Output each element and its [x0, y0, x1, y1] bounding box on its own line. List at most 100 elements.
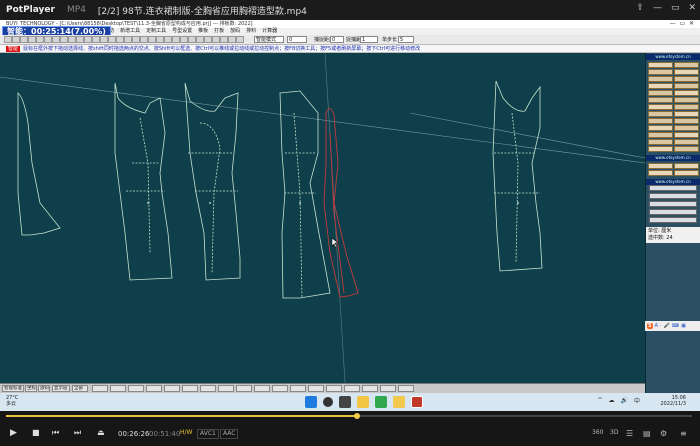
- toolbar-button[interactable]: [148, 36, 156, 43]
- drafting-tool-button[interactable]: [648, 118, 673, 124]
- search-icon[interactable]: [323, 397, 333, 407]
- menu-grade[interactable]: 放码: [230, 28, 240, 35]
- cad-close-button[interactable]: ✕: [689, 20, 694, 27]
- curve-tool-button[interactable]: [649, 185, 697, 191]
- toolbar-button[interactable]: [76, 36, 84, 43]
- grading-tool-button[interactable]: [648, 163, 673, 169]
- drawing-canvas[interactable]: [0, 53, 645, 383]
- weather-widget[interactable]: 27°C 多云: [6, 395, 18, 407]
- menu-icon[interactable]: ≡: [680, 429, 687, 438]
- toolbar-button[interactable]: [172, 36, 180, 43]
- seek-bar[interactable]: [0, 411, 700, 421]
- system-clock[interactable]: 15:06 2022/11/3: [660, 395, 686, 407]
- spin-field-3[interactable]: 1: [360, 36, 378, 43]
- player-app-name[interactable]: PotPlayer: [0, 5, 55, 15]
- menu-size-setting[interactable]: 号型设置: [172, 28, 192, 35]
- toolbar-button[interactable]: [164, 36, 172, 43]
- drafting-tool-button[interactable]: [648, 139, 673, 145]
- grading-tool-button[interactable]: [648, 170, 673, 176]
- toolbar-button[interactable]: [28, 36, 36, 43]
- curve-tool-button[interactable]: [649, 209, 697, 215]
- seek-handle[interactable]: [354, 413, 361, 419]
- spin-field-4[interactable]: 5: [398, 36, 414, 43]
- drafting-tool-button[interactable]: [674, 104, 699, 110]
- settings-gear-icon[interactable]: ⚙: [660, 429, 667, 438]
- volume-icon[interactable]: 🔊: [621, 397, 628, 404]
- toolbar-button[interactable]: [116, 36, 124, 43]
- video-codec-tag[interactable]: AVC1: [197, 429, 219, 439]
- drafting-tool-button[interactable]: [674, 97, 699, 103]
- drafting-tool-button[interactable]: [648, 146, 673, 152]
- drafting-tool-button[interactable]: [674, 118, 699, 124]
- toolbar-button[interactable]: [60, 36, 68, 43]
- audio-codec-tag[interactable]: AAC: [220, 429, 239, 439]
- ime-voice-icon[interactable]: 🎤: [664, 323, 670, 329]
- hw-decoder-tag[interactable]: H/W: [178, 429, 194, 437]
- drafting-tool-button[interactable]: [648, 62, 673, 68]
- drafting-tool-button[interactable]: [674, 146, 699, 152]
- subtitle-icon[interactable]: ☰: [626, 429, 633, 438]
- menu-grading[interactable]: 推板: [198, 28, 208, 35]
- file-explorer-icon[interactable]: [357, 396, 369, 408]
- drafting-tool-button[interactable]: [674, 90, 699, 96]
- toolbar-button[interactable]: [52, 36, 60, 43]
- drafting-tool-button[interactable]: [648, 76, 673, 82]
- toolbar-button[interactable]: [180, 36, 188, 43]
- menu-pattern[interactable]: 打板: [214, 28, 224, 35]
- drafting-tool-button[interactable]: [674, 62, 699, 68]
- toolbar-button[interactable]: [68, 36, 76, 43]
- layer-select[interactable]: 智能模式: [254, 36, 284, 43]
- drafting-tool-button[interactable]: [648, 97, 673, 103]
- play-icon[interactable]: ▶: [10, 428, 17, 438]
- previous-icon[interactable]: ⏮: [52, 428, 59, 438]
- toolbar-button[interactable]: [12, 36, 20, 43]
- 3d-mode-icon[interactable]: 3D: [610, 429, 618, 436]
- drafting-tool-button[interactable]: [674, 83, 699, 89]
- grading-tool-button[interactable]: [674, 163, 699, 169]
- drafting-tool-button[interactable]: [648, 69, 673, 75]
- toolbar-button[interactable]: [188, 36, 196, 43]
- status-all[interactable]: 全部: [72, 385, 88, 392]
- status-layer[interactable]: 显示层: [52, 385, 70, 392]
- toolbar-button[interactable]: [36, 36, 44, 43]
- toolbar-button[interactable]: [236, 36, 244, 43]
- toolbar-button[interactable]: [196, 36, 204, 43]
- drafting-tool-button[interactable]: [648, 125, 673, 131]
- toolbar-button[interactable]: [100, 36, 108, 43]
- cad-maximize-button[interactable]: ▭: [679, 20, 685, 27]
- curve-tool-button[interactable]: [649, 217, 697, 223]
- pin-icon[interactable]: ⇧: [636, 3, 644, 13]
- toolbar-button[interactable]: [124, 36, 132, 43]
- spin-field-2[interactable]: 0: [330, 36, 344, 43]
- menu-calculator[interactable]: 计算器: [262, 28, 277, 35]
- curve-tool-button[interactable]: [649, 201, 697, 207]
- playlist-icon[interactable]: ▤: [643, 429, 651, 438]
- toolbar-button[interactable]: [84, 36, 92, 43]
- toolbar-button[interactable]: [20, 36, 28, 43]
- toolbar-button[interactable]: [228, 36, 236, 43]
- drafting-tool-button[interactable]: [674, 139, 699, 145]
- ime-punct-icon[interactable]: ·: [660, 323, 662, 329]
- ime-keyboard-icon[interactable]: ⌨: [672, 323, 679, 329]
- 360-video-icon[interactable]: 360: [592, 429, 603, 436]
- input-language-icon[interactable]: 中: [634, 396, 640, 405]
- task-view-icon[interactable]: [339, 396, 351, 408]
- menu-marker[interactable]: 排料: [246, 28, 256, 35]
- next-icon[interactable]: ⏭: [74, 428, 81, 438]
- cad-minimize-button[interactable]: —: [670, 20, 676, 27]
- toolbar-button[interactable]: [212, 36, 220, 43]
- drafting-tool-button[interactable]: [648, 90, 673, 96]
- drafting-tool-button[interactable]: [648, 104, 673, 110]
- toolbar-button[interactable]: [44, 36, 52, 43]
- drafting-tool-button[interactable]: [674, 132, 699, 138]
- toolbar-button[interactable]: [4, 36, 12, 43]
- seek-track[interactable]: [6, 413, 692, 419]
- spin-field-1[interactable]: 0: [287, 36, 307, 43]
- start-menu-icon[interactable]: [305, 396, 317, 408]
- chrome-icon[interactable]: [393, 396, 405, 408]
- drafting-tool-button[interactable]: [648, 132, 673, 138]
- minimize-button[interactable]: —: [653, 3, 662, 13]
- drafting-tool-button[interactable]: [674, 69, 699, 75]
- grading-tool-button[interactable]: [674, 170, 699, 176]
- toolbar-button[interactable]: [204, 36, 212, 43]
